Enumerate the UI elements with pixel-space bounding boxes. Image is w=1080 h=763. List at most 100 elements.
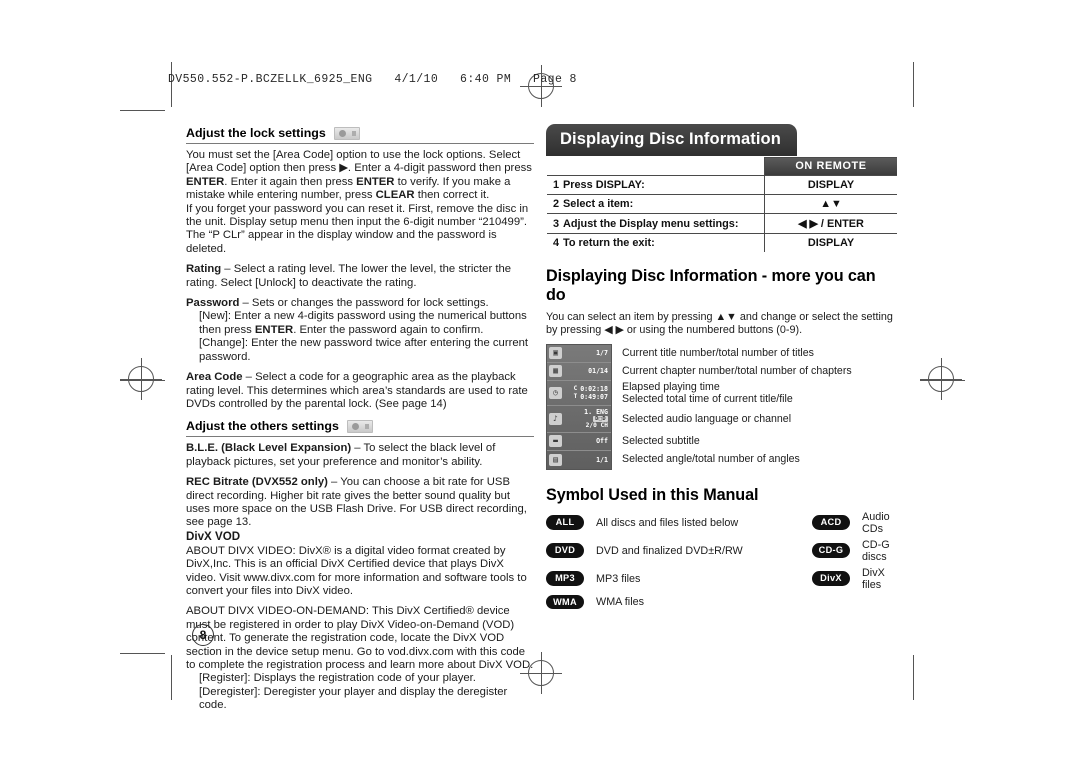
osd-row-chapter: ▦ 01/14 — [547, 363, 611, 381]
lock-settings-heading: Adjust the lock settings — [186, 126, 534, 140]
symbol-label-all: All discs and files listed below — [596, 516, 739, 529]
more-you-can-do-heading: Displaying Disc Information - more you c… — [546, 267, 876, 304]
osd-time-c-value: 0:02:18 — [580, 384, 608, 393]
symbol-pill-dvd: DVD — [546, 543, 584, 558]
disc-information-banner: Displaying Disc Information — [546, 124, 797, 156]
step-3-action-text: Adjust the Display menu settings: — [563, 217, 739, 230]
more-you-can-do-intro: You can select an item by pressing ▲▼ an… — [546, 311, 893, 336]
symbol-used-heading: Symbol Used in this Manual — [546, 485, 759, 504]
crop-mark-bottom-right-vertical — [913, 655, 915, 700]
chapter-icon: ▦ — [549, 365, 562, 378]
password-change-paragraph: [Change]: Enter the new password twice a… — [199, 337, 529, 363]
osd-time-total: T 0:49:07 — [574, 393, 608, 401]
osd-row-angle: ▤ 1/1 — [547, 451, 611, 469]
title-icon: ▣ — [549, 347, 562, 360]
osd-audio-language: 1. ENG — [584, 408, 608, 417]
osd-time-chapter: C 0:02:18 — [574, 385, 608, 393]
symbol-label-cdg: CD-G discs — [862, 538, 890, 563]
clock-icon: ◷ — [549, 386, 562, 399]
registration-mark-left — [120, 358, 162, 400]
on-remote-header: ON REMOTE — [763, 157, 897, 176]
subtitle-icon: ▬ — [549, 435, 562, 448]
symbol-label-divx: DivX files — [862, 566, 885, 591]
left-column: Adjust the lock settings You must set th… — [186, 126, 534, 720]
osd-desc-chapter: Current chapter number/total number of c… — [622, 365, 852, 378]
symbol-label-dvd: DVD and finalized DVD±R/RW — [596, 544, 743, 557]
rating-paragraph: Rating – Select a rating level. The lowe… — [186, 263, 512, 289]
headphone-icon: ♪ — [549, 412, 562, 425]
print-header-line: DV550.552-P.BCZELLK_6925_ENG 4/1/10 6:40… — [168, 73, 577, 86]
angle-icon: ▤ — [549, 453, 562, 466]
crop-mark-top-left-horizontal — [120, 110, 165, 112]
step-3-number: 3 — [553, 217, 560, 230]
remote-steps-table: ON REMOTE 1 Press DISPLAY: DISPLAY 2 Selec… — [546, 156, 898, 253]
table-row: 1 Press DISPLAY: DISPLAY — [547, 175, 897, 195]
step-4-remote: DISPLAY — [763, 233, 897, 252]
lock-paragraph-1: You must set the [Area Code] option to u… — [186, 149, 532, 202]
osd-desc-subtitle: Selected subtitle — [622, 435, 700, 448]
disc-chip-icon — [333, 126, 360, 140]
step-1-remote: DISPLAY — [763, 175, 897, 195]
osd-time-t-label: T — [573, 393, 578, 401]
osd-panel: ▣ 1/7 ▦ 01/14 ◷ C 0:02:18 T 0:49:07 ♪ 1.… — [546, 343, 612, 470]
table-header-row: ON REMOTE — [547, 157, 897, 176]
osd-desc-angle: Selected angle/total number of angles — [622, 453, 800, 466]
ble-paragraph: B.L.E. (Black Level Expansion) – To sele… — [186, 442, 496, 468]
step-2-number: 2 — [553, 198, 560, 210]
osd-angle-value: 1/1 — [596, 455, 608, 464]
step-2-action-text: Select a item: — [563, 198, 634, 210]
symbol-label-mp3: MP3 files — [596, 572, 641, 585]
symbol-legend-grid: ALL All discs and files listed below ACD… — [546, 511, 898, 610]
symbol-label-wma: WMA files — [596, 595, 644, 608]
rec-bitrate-paragraph: REC Bitrate (DVX552 only) – You can choo… — [186, 476, 527, 529]
symbol-pill-acd: ACD — [812, 515, 850, 530]
osd-time-c-label: C — [573, 385, 578, 393]
disc-information-banner-wrap: Displaying Disc Information — [546, 124, 898, 156]
others-settings-divider — [186, 436, 534, 438]
step-1-action: 1 Press DISPLAY: — [547, 175, 765, 195]
osd-time-t-value: 0:49:07 — [580, 392, 608, 401]
others-settings-heading-text: Adjust the others settings — [186, 419, 339, 434]
osd-desc-time: Elapsed playing time Selected total time… — [622, 381, 852, 406]
deregister-paragraph: [Deregister]: Deregister your player and… — [199, 685, 508, 712]
symbol-pill-mp3: MP3 — [546, 571, 584, 586]
others-settings-heading: Adjust the others settings — [186, 419, 534, 433]
step-1-action-text: Press DISPLAY: — [563, 179, 645, 191]
divx-vod-heading: DivX VOD — [186, 529, 241, 543]
lock-paragraph-2: If you forget your password you can rese… — [186, 202, 529, 255]
osd-chapter-value: 01/14 — [588, 367, 608, 376]
area-code-paragraph: Area Code – Select a code for a geograph… — [186, 371, 528, 410]
symbol-pill-all: ALL — [546, 515, 584, 530]
osd-subtitle-value: Off — [596, 437, 608, 446]
osd-row-time: ◷ C 0:02:18 T 0:49:07 — [547, 381, 611, 406]
symbol-pill-divx: DivX — [812, 571, 850, 586]
step-4-action-text: To return the exit: — [563, 237, 655, 249]
lock-settings-heading-text: Adjust the lock settings — [186, 126, 326, 140]
page-number-badge: 8 — [192, 624, 214, 646]
crop-mark-bottom-left-horizontal — [120, 653, 165, 655]
symbol-label-acd: Audio CDs — [862, 510, 890, 535]
table-row: 4 To return the exit: DISPLAY — [547, 233, 897, 252]
osd-desc-time-line2: Selected total time of current title/fil… — [622, 393, 793, 406]
osd-desc-title: Current title number/total number of tit… — [622, 347, 814, 360]
disc-chip-icon — [346, 419, 373, 433]
osd-desc-audio: Selected audio language or channel — [622, 412, 792, 425]
step-1-number: 1 — [553, 179, 560, 191]
osd-descriptions: Current title number/total number of tit… — [622, 344, 852, 470]
about-divx-vod-paragraph: ABOUT DIVX VIDEO-ON-DEMAND: This DivX Ce… — [186, 605, 534, 671]
osd-desc-time-line1: Elapsed playing time — [622, 380, 720, 393]
table-row: 3 Adjust the Display menu settings: ◀ ▶ /… — [547, 213, 897, 234]
step-2-action: 2 Select a item: — [547, 194, 765, 214]
symbol-pill-cdg: CD-G — [812, 543, 850, 558]
osd-row-title: ▣ 1/7 — [547, 345, 611, 363]
register-paragraph: [Register]: Displays the registration co… — [199, 672, 476, 685]
lock-settings-divider — [186, 143, 534, 144]
table-row: 2 Select a item: ▲▼ — [547, 194, 897, 214]
osd-title-value: 1/7 — [596, 349, 608, 358]
step-4-number: 4 — [553, 237, 560, 249]
osd-audio-channel: 2/0 CH — [585, 422, 608, 430]
step-3-action: 3 Adjust the Display menu settings: — [547, 213, 765, 234]
table-header-blank — [547, 157, 765, 176]
step-2-remote: ▲▼ — [763, 194, 897, 214]
password-new-paragraph: [New]: Enter a new 4-digits password usi… — [199, 310, 527, 336]
